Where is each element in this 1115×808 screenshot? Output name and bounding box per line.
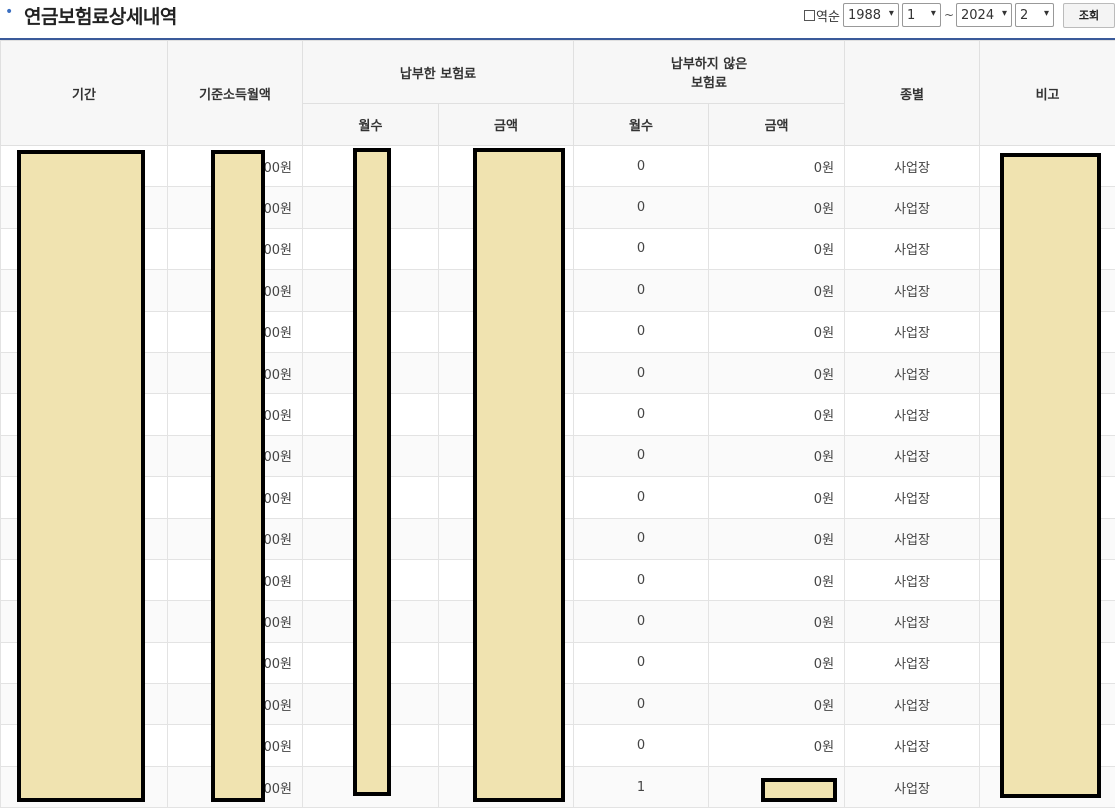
col-paid-months: 월수	[303, 104, 439, 146]
col-unpaid-months: 월수	[574, 104, 709, 146]
unpaid-months-cell: 0	[574, 270, 709, 311]
col-paid-amount: 금액	[439, 104, 574, 146]
type-cell: 사업장	[845, 684, 980, 725]
unpaid-amount-cell: 0원	[709, 518, 845, 559]
redacted-period-column	[17, 150, 145, 802]
type-cell: 사업장	[845, 270, 980, 311]
unpaid-amount-cell: 0원	[709, 642, 845, 683]
type-cell: 사업장	[845, 725, 980, 766]
chevron-down-icon: ▾	[1002, 8, 1007, 19]
unpaid-amount-cell: 0원	[709, 311, 845, 352]
search-controls: 역순 1988▾ 1▾ ~ 2024▾ 2▾ 조회	[804, 3, 1115, 27]
chevron-down-icon: ▾	[931, 8, 936, 19]
bullet-icon: •	[5, 4, 13, 20]
type-cell: 사업장	[845, 642, 980, 683]
reverse-order-label: 역순	[816, 6, 840, 25]
type-cell: 사업장	[845, 766, 980, 807]
redacted-base-income-column	[211, 150, 265, 802]
type-cell: 사업장	[845, 559, 980, 600]
unpaid-amount-cell: 0원	[709, 394, 845, 435]
unpaid-months-cell: 0	[574, 601, 709, 642]
col-paid-group: 납부한 보험료	[303, 41, 574, 104]
unpaid-months-cell: 0	[574, 228, 709, 269]
chevron-down-icon: ▾	[1044, 8, 1049, 19]
from-month-select[interactable]: 1▾	[902, 3, 941, 27]
type-cell: 사업장	[845, 477, 980, 518]
unpaid-months-cell: 0	[574, 146, 709, 187]
redacted-paid-months-column	[353, 148, 391, 796]
unpaid-months-cell: 0	[574, 684, 709, 725]
unpaid-amount-cell: 0원	[709, 477, 845, 518]
col-type: 종별	[845, 41, 980, 146]
type-cell: 사업장	[845, 518, 980, 559]
type-cell: 사업장	[845, 311, 980, 352]
unpaid-months-cell: 1	[574, 766, 709, 807]
chevron-down-icon: ▾	[889, 8, 894, 19]
redacted-note-column	[1000, 153, 1101, 798]
redacted-paid-amount-column	[473, 148, 565, 802]
redacted-unpaid-amount-cell	[761, 778, 837, 802]
type-cell: 사업장	[845, 435, 980, 476]
col-period: 기간	[1, 41, 168, 146]
unpaid-amount-cell: 0원	[709, 435, 845, 476]
unpaid-months-cell: 0	[574, 477, 709, 518]
col-unpaid-amount: 금액	[709, 104, 845, 146]
unpaid-months-cell: 0	[574, 187, 709, 228]
unpaid-months-cell: 0	[574, 352, 709, 393]
search-button[interactable]: 조회	[1063, 3, 1115, 28]
unpaid-amount-cell: 0원	[709, 228, 845, 269]
col-unpaid-group: 납부하지 않은 보험료	[574, 41, 845, 104]
unpaid-amount-cell: 0원	[709, 187, 845, 228]
unpaid-months-cell: 0	[574, 559, 709, 600]
unpaid-amount-cell: 0원	[709, 146, 845, 187]
unpaid-amount-cell: 0원	[709, 270, 845, 311]
col-note: 비고	[980, 41, 1115, 146]
unpaid-amount-cell: 0원	[709, 725, 845, 766]
unpaid-amount-cell: 0원	[709, 684, 845, 725]
type-cell: 사업장	[845, 601, 980, 642]
unpaid-amount-cell: 0원	[709, 601, 845, 642]
unpaid-months-cell: 0	[574, 435, 709, 476]
reverse-order-checkbox[interactable]	[804, 10, 815, 21]
unpaid-months-cell: 0	[574, 518, 709, 559]
type-cell: 사업장	[845, 352, 980, 393]
type-cell: 사업장	[845, 146, 980, 187]
to-month-select[interactable]: 2▾	[1015, 3, 1054, 27]
unpaid-months-cell: 0	[574, 725, 709, 766]
unpaid-months-cell: 0	[574, 311, 709, 352]
range-separator: ~	[944, 8, 954, 22]
type-cell: 사업장	[845, 394, 980, 435]
page-title: 연금보험료상세내역	[24, 2, 177, 29]
from-year-select[interactable]: 1988▾	[843, 3, 899, 27]
unpaid-amount-cell: 0원	[709, 559, 845, 600]
unpaid-amount-cell: 0원	[709, 352, 845, 393]
col-base-income: 기준소득월액	[168, 41, 303, 146]
to-year-select[interactable]: 2024▾	[956, 3, 1012, 27]
unpaid-months-cell: 0	[574, 394, 709, 435]
page-header: • 연금보험료상세내역 역순 1988▾ 1▾ ~ 2024▾ 2▾ 조회	[0, 0, 1115, 38]
unpaid-months-cell: 0	[574, 642, 709, 683]
type-cell: 사업장	[845, 187, 980, 228]
type-cell: 사업장	[845, 228, 980, 269]
